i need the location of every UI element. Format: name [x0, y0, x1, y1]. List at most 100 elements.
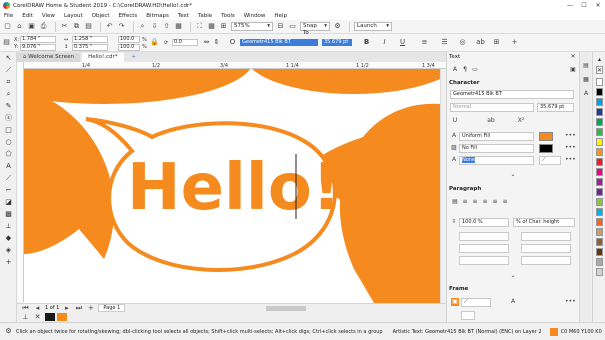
scale-height-field[interactable]: 100.0 — [118, 44, 140, 51]
palette-swatch[interactable] — [596, 88, 603, 96]
palette-swatch[interactable] — [596, 148, 603, 156]
font-size-field[interactable]: 35.679 pt — [537, 103, 574, 112]
new-document-icon[interactable]: ▢ — [3, 22, 12, 31]
underline-button[interactable]: U — [398, 38, 407, 47]
background-fill-type[interactable]: No Fill — [459, 144, 534, 153]
swatch-orange[interactable] — [57, 313, 67, 321]
paragraph-section-header[interactable]: Paragraph — [449, 186, 481, 192]
drawing-canvas[interactable]: Hello! — [24, 69, 440, 303]
text-tool-icon[interactable]: A — [0, 160, 17, 172]
zoom-tool-icon[interactable]: ⌕ — [0, 88, 17, 100]
font-size-field[interactable]: 35.679 pt — [322, 39, 352, 46]
line-spacing-field[interactable]: 100.0 % — [459, 218, 509, 227]
tab-welcome-screen[interactable]: ⌂ Welcome Screen — [17, 53, 81, 62]
font-list-field[interactable]: Geometr415 Blk BT — [450, 90, 574, 99]
maximize-button[interactable]: ☐ — [577, 2, 591, 9]
undo-icon[interactable]: ↶ — [105, 22, 114, 31]
width-field[interactable]: 1.258 " — [72, 36, 108, 43]
zoom-combo[interactable]: 575% ▾ — [231, 22, 273, 31]
palette-swatch[interactable] — [596, 78, 603, 86]
palette-swatch[interactable] — [596, 178, 603, 186]
columns-field[interactable] — [461, 311, 475, 320]
settings-icon[interactable]: ▣ — [569, 66, 577, 74]
pick-tool-icon[interactable]: ↖ — [0, 52, 17, 64]
copy-icon[interactable]: ⧉ — [72, 22, 81, 31]
height-field[interactable]: 0.375 " — [72, 44, 108, 51]
export-icon[interactable]: ⇧ — [162, 22, 171, 31]
minimize-button[interactable]: — — [563, 2, 577, 9]
open-folder-icon[interactable]: ⌂ — [15, 22, 24, 31]
palette-swatch[interactable] — [596, 118, 603, 126]
menu-view[interactable]: View — [42, 13, 55, 19]
menu-edit[interactable]: Edit — [22, 13, 33, 19]
text-fill-type[interactable]: Uniform Fill — [459, 132, 534, 141]
print-icon[interactable]: ⎙ — [39, 22, 48, 31]
no-fill-swatch[interactable]: ✕ — [596, 66, 603, 74]
frame-fill-icon[interactable]: ▣ — [451, 298, 459, 306]
view-mode-icon[interactable]: ▭ — [288, 22, 297, 31]
text-fill-color-swatch[interactable] — [539, 132, 553, 141]
menu-help[interactable]: Help — [274, 13, 287, 19]
background-fill-swatch[interactable] — [539, 144, 553, 153]
cut-icon[interactable]: ✂ — [60, 22, 69, 31]
gear-icon[interactable]: ⚙ — [4, 327, 13, 336]
palette-swatch[interactable] — [596, 188, 603, 196]
gear-icon[interactable]: ⚙ — [333, 22, 342, 31]
menu-tools[interactable]: Tools — [221, 13, 235, 19]
mirror-horizontal-icon[interactable]: ⇔ — [202, 38, 211, 47]
menu-text[interactable]: Text — [178, 13, 189, 19]
x-position-field[interactable]: 1.784 " — [20, 36, 56, 43]
font-list-field[interactable]: Geometr415 Blk BT — [240, 39, 318, 46]
search-content-icon[interactable]: ⌕ — [138, 22, 147, 31]
font-list-options-icon[interactable]: ▤ — [2, 38, 11, 47]
chevron-down-icon[interactable]: ⌄ — [509, 272, 517, 280]
import-icon[interactable]: ⇩ — [150, 22, 159, 31]
palette-swatch[interactable] — [596, 138, 603, 146]
snap-to-combo[interactable]: Snap To ▾ — [300, 22, 330, 36]
add-icon[interactable]: + — [510, 38, 519, 47]
more-options-icon[interactable]: ••• — [565, 156, 576, 164]
scale-width-field[interactable]: 100.0 — [118, 36, 140, 43]
drop-shadow-icon[interactable]: ◪ — [0, 196, 17, 208]
character-section-header[interactable]: Character — [449, 80, 479, 86]
frame-fill-field[interactable]: ⟋ — [461, 298, 491, 307]
bold-button[interactable]: B — [362, 38, 371, 47]
parallel-dimension-icon[interactable]: ⟋ — [0, 172, 17, 184]
paragraph-tab-icon[interactable]: ¶ — [461, 66, 469, 74]
align-left-icon[interactable]: ≡ — [420, 38, 429, 47]
y-position-field[interactable]: 9.076 " — [20, 44, 56, 51]
menu-table[interactable]: Table — [198, 13, 212, 19]
grid-icon[interactable]: ▦ — [207, 22, 216, 31]
align-none-icon[interactable]: ▤ — [451, 198, 459, 206]
space-before-field[interactable] — [521, 244, 571, 253]
close-icon[interactable]: ✕ — [569, 53, 577, 61]
text-docker-tab[interactable]: A — [582, 90, 590, 98]
fill-color-swatch[interactable] — [549, 327, 558, 336]
freehand-tool-icon[interactable]: ✎ — [0, 100, 17, 112]
more-options-icon[interactable]: ••• — [565, 144, 576, 152]
more-options-icon[interactable]: ••• — [565, 132, 576, 140]
character-tab-icon[interactable]: A — [451, 66, 459, 74]
text-properties-icon[interactable]: ◎ — [458, 38, 467, 47]
force-justify-icon[interactable]: ≡ — [501, 198, 509, 206]
shape-tool-icon[interactable]: ⟋ — [0, 64, 17, 76]
no-color-icon[interactable]: ✕ — [33, 313, 42, 322]
palette-swatch[interactable] — [596, 108, 603, 116]
frame-tab-icon[interactable]: ▭ — [471, 66, 479, 74]
palette-swatch[interactable] — [596, 218, 603, 226]
horizontal-scrollbar[interactable] — [266, 305, 306, 311]
more-options-icon[interactable]: ••• — [565, 298, 576, 306]
publish-pdf-icon[interactable]: ▦ — [174, 22, 183, 31]
crop-tool-icon[interactable]: ⌗ — [0, 76, 17, 88]
eyedropper-icon[interactable]: ⟂ — [21, 313, 30, 322]
frame-section-header[interactable]: Frame — [449, 286, 468, 292]
fullscreen-icon[interactable]: ⛶ — [195, 22, 204, 31]
page-1-tab[interactable]: Page 1 — [98, 304, 126, 312]
left-indent-field[interactable] — [459, 232, 509, 241]
palette-swatch[interactable] — [596, 248, 603, 256]
hello-text[interactable]: Hello! — [127, 151, 341, 225]
launch-combo[interactable]: Launch ▾ — [354, 22, 392, 31]
text-case-icon[interactable]: ab — [487, 117, 495, 125]
polygon-tool-icon[interactable]: ⬠ — [0, 148, 17, 160]
menu-effects[interactable]: Effects — [119, 13, 138, 19]
